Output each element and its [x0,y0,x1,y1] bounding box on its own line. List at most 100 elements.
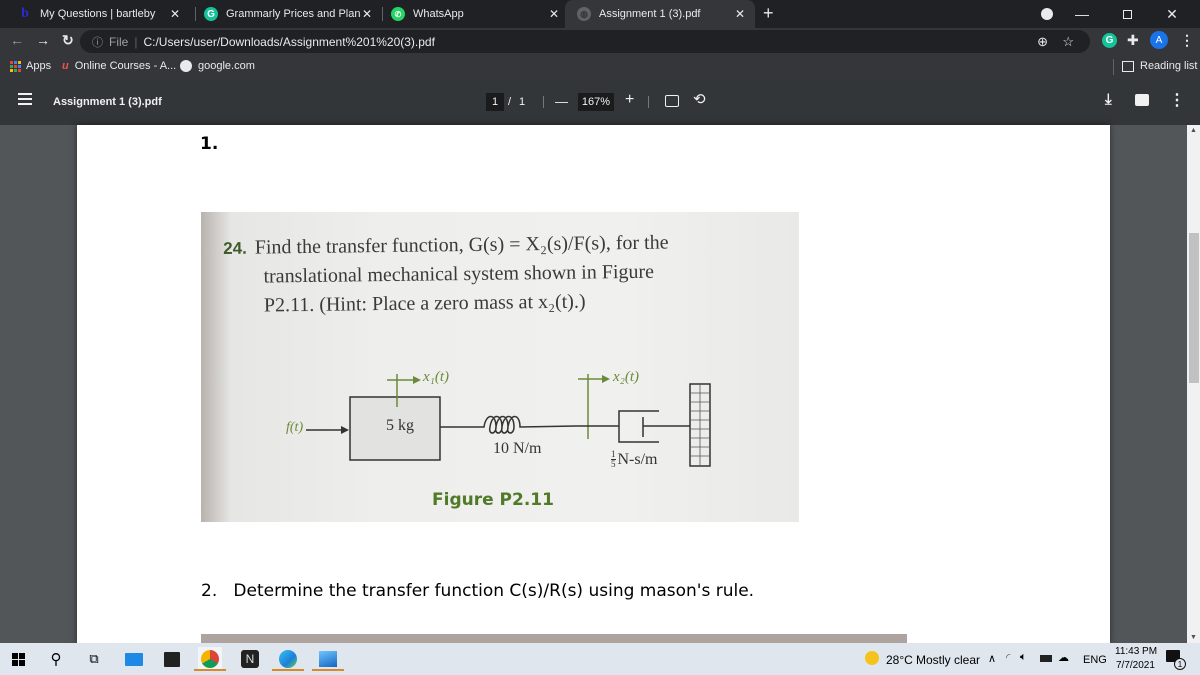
download-icon[interactable]: ⤓ [1105,91,1112,108]
show-hidden-icons-chevron[interactable]: ∧ [988,652,996,665]
grammarly-extension-icon[interactable]: G [1102,33,1117,48]
apps-grid-icon [10,60,21,72]
wifi-icon[interactable]: ◜ [1006,651,1010,664]
bookmark-apps[interactable]: Apps [10,60,51,72]
scrollbar-thumb[interactable] [1189,233,1199,383]
tab-search-button[interactable] [1030,0,1064,28]
search-icon: ⚲ [50,651,62,668]
profile-avatar[interactable]: A [1150,31,1168,49]
store-app[interactable] [160,647,184,671]
divider [1113,59,1114,75]
pdf-toolbar: Assignment 1 (3).pdf 1 / 1 — 167% + ⟲ ⤓ … [0,79,1200,125]
question-1-number: 1. [200,134,219,154]
chrome-app[interactable] [194,647,226,671]
globe-icon [180,60,192,72]
grammarly-icon: G [204,7,218,21]
tab-assignment-pdf[interactable]: ◍ Assignment 1 (3).pdf ✕ [565,0,755,28]
zoom-icon[interactable]: ⊕ [1037,34,1048,50]
bookmark-label: google.com [198,60,255,72]
divider [648,96,649,108]
fit-to-page-icon[interactable] [665,95,679,107]
scroll-up-arrow[interactable]: ▲ [1190,127,1197,134]
rotate-icon[interactable]: ⟲ [693,90,706,108]
page-separator: / [508,96,512,108]
battery-icon[interactable] [1040,655,1052,662]
mass-label: 5 kg [386,417,414,434]
print-icon[interactable] [1135,94,1149,106]
x2-label: x₂(t) [613,369,640,385]
zoom-level-input[interactable]: 167% [578,93,614,111]
search-button[interactable]: ⚲ [44,647,68,671]
back-button[interactable]: ← [10,32,24,48]
volume-icon[interactable]: 🔈︎ [1020,651,1027,664]
bookmark-star-icon[interactable]: ☆ [1062,34,1074,50]
edge-app[interactable] [272,647,304,671]
address-bar[interactable]: ⓘ File | C:/Users/user/Downloads/Assignm… [80,30,1090,53]
scroll-down-arrow[interactable]: ▼ [1190,634,1197,641]
notion-icon: N [241,650,259,668]
clock-date[interactable]: 7/7/2021 [1116,660,1155,671]
more-options-icon[interactable]: ⋮ [1169,90,1185,110]
weather-temp[interactable]: 28°C [886,653,913,667]
mechanical-system-diagram [306,374,711,467]
bookmark-google[interactable]: google.com [180,60,255,72]
bookmark-label: Online Courses - A... [74,60,177,72]
reload-button[interactable]: ↻ [62,32,74,49]
minimize-button[interactable]: — [1065,0,1099,28]
close-window-button[interactable]: ✕ [1155,0,1189,28]
clock-time[interactable]: 11:43 PM [1115,646,1157,657]
onedrive-cloud-icon[interactable]: ☁︎ [1058,651,1069,664]
bookmarks-bar: Apps u Online Courses - A... google.com … [0,55,1200,79]
language-indicator[interactable]: ENG [1083,654,1107,666]
tab-search-icon [1041,8,1053,20]
total-pages: 1 [519,96,526,108]
browser-menu-icon[interactable]: ⋮ [1180,32,1194,49]
forward-button[interactable]: → [36,32,50,48]
bookmark-label: Apps [26,60,52,72]
tab-title: Assignment 1 (3).pdf [599,8,701,20]
minimize-icon: — [1075,6,1089,22]
page-number-input[interactable]: 1 [486,93,504,111]
tab-bartleby[interactable]: b My Questions | bartleby ✕ [0,0,190,28]
scheme-label: File [109,34,129,49]
browser-toolbar: ← → ↻ ⓘ File | C:/Users/user/Downloads/A… [0,28,1200,55]
tab-grammarly[interactable]: G Grammarly Prices and Plans | Gra ✕ [196,0,382,28]
vertical-scrollbar[interactable]: ▲ ▼ [1187,125,1200,643]
zoom-out-button[interactable]: — [555,94,568,109]
start-button[interactable] [6,647,30,671]
notion-app[interactable]: N [238,647,262,671]
x2-arrowhead [602,375,610,383]
windows-logo-icon [11,652,25,666]
close-icon[interactable]: ✕ [362,7,372,21]
tab-title: Grammarly Prices and Plans | Gra [226,8,361,20]
reading-list-button[interactable]: Reading list [1122,60,1197,72]
extensions-puzzle-icon[interactable]: ✚ [1127,32,1139,49]
weather-text[interactable]: Mostly clear [916,653,980,667]
x1-arrowhead [413,376,421,384]
spring [440,415,577,434]
new-tab-button[interactable]: + [763,3,774,24]
zoom-in-button[interactable]: + [625,91,634,109]
close-icon[interactable]: ✕ [735,7,745,21]
bartleby-icon: b [21,6,29,21]
bookmark-online-courses[interactable]: u Online Courses - A... [62,60,176,72]
close-icon: ✕ [1166,5,1178,22]
udemy-icon: u [62,60,69,72]
close-icon[interactable]: ✕ [170,7,180,21]
damper-label: 1 5 N-s/m [611,450,658,469]
photos-app[interactable] [312,647,344,671]
weather-moon-icon[interactable] [865,651,879,665]
menu-hamburger-icon[interactable] [18,93,32,105]
pdf-title: Assignment 1 (3).pdf [53,96,162,108]
notification-badge: 1 [1174,658,1186,670]
force-label: f(t) [286,420,304,435]
info-icon[interactable]: ⓘ [92,34,103,50]
force-arrowhead [341,426,349,434]
url-text[interactable]: C:/Users/user/Downloads/Assignment%201%2… [143,35,434,49]
close-icon[interactable]: ✕ [549,7,559,21]
mail-app[interactable] [122,647,146,671]
tab-whatsapp[interactable]: ✆ WhatsApp ✕ [383,0,569,28]
task-view-button[interactable]: ⧉ [82,647,106,671]
maximize-button[interactable] [1110,0,1144,28]
globe-icon: ◍ [577,7,591,21]
